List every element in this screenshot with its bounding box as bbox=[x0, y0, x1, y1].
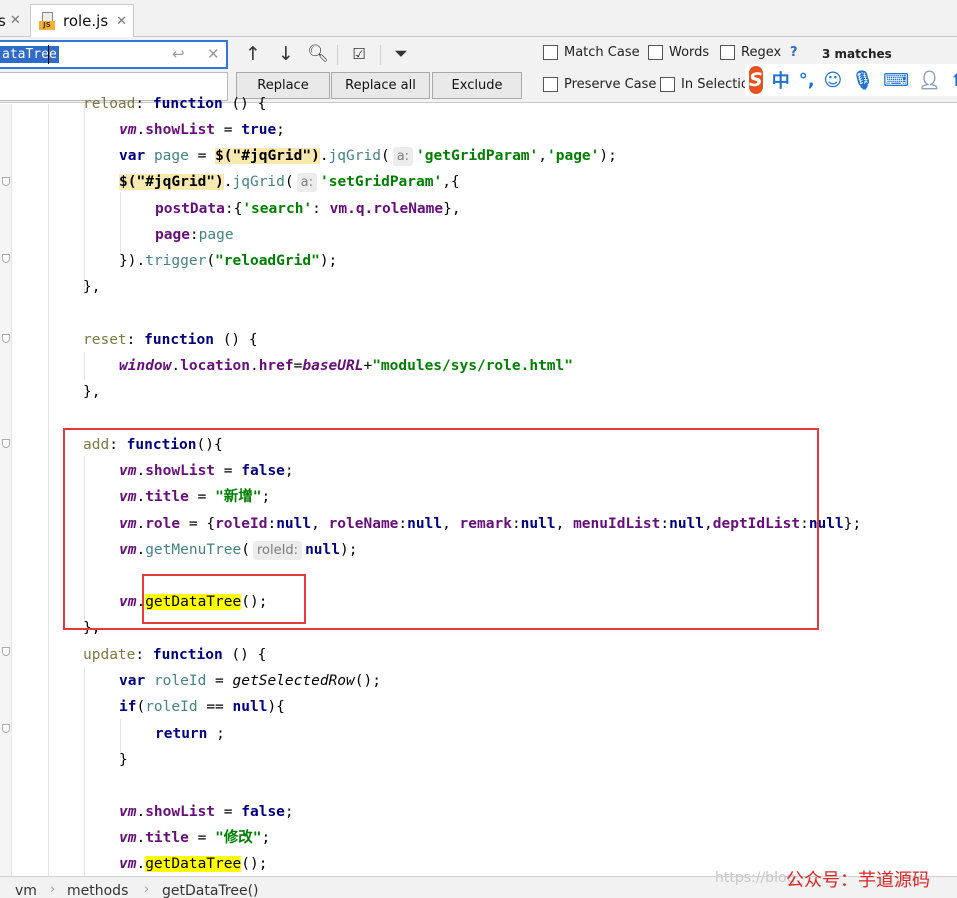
code-line: return ; bbox=[155, 726, 225, 742]
code-line: window.location.href=baseURL+"modules/sy… bbox=[119, 358, 573, 374]
code-line: vm.getDataTree(); bbox=[119, 856, 268, 872]
code-line: }, bbox=[83, 279, 101, 295]
code-line: reload: function () { bbox=[83, 96, 267, 112]
breadcrumb-item-vm[interactable]: vm bbox=[15, 883, 37, 898]
code-line: reset: function () { bbox=[83, 332, 258, 348]
code-line: }).trigger("reloadGrid"); bbox=[119, 253, 338, 269]
code-line: vm.showList = true; bbox=[119, 122, 285, 138]
code-line: var roleId = getSelectedRow(); bbox=[119, 673, 381, 689]
breadcrumb-separator: › bbox=[50, 882, 56, 897]
code-line: page:page bbox=[155, 227, 234, 243]
code-line: update: function () { bbox=[83, 647, 267, 663]
code-line: }, bbox=[83, 384, 101, 400]
code-line: vm.showList = false; bbox=[119, 804, 294, 820]
search-match-highlight: getDataTree bbox=[145, 856, 242, 872]
watermark-url: https://blog bbox=[715, 870, 796, 886]
param-hint: a: bbox=[296, 173, 317, 192]
code-line: if(roleId == null){ bbox=[119, 699, 285, 715]
code-line: $("#jqGrid").jqGrid(a:'setGridParam',{ bbox=[119, 173, 460, 192]
param-hint: a: bbox=[392, 147, 414, 166]
watermark-text: 公众号：芋道源码 bbox=[786, 870, 930, 891]
code-line: var page = $("#jqGrid").jqGrid(a:'getGri… bbox=[119, 147, 617, 166]
annotation-box-getdatatree bbox=[142, 574, 306, 624]
code-line: postData:{'search': vm.q.roleName}, bbox=[155, 201, 461, 217]
code-line: vm.title = "修改"; bbox=[119, 830, 271, 846]
breadcrumb-item-getdatatree[interactable]: getDataTree() bbox=[162, 883, 259, 898]
breadcrumb-separator: › bbox=[144, 882, 150, 897]
code-line: } bbox=[119, 752, 128, 768]
breadcrumb-item-methods[interactable]: methods bbox=[67, 883, 128, 898]
